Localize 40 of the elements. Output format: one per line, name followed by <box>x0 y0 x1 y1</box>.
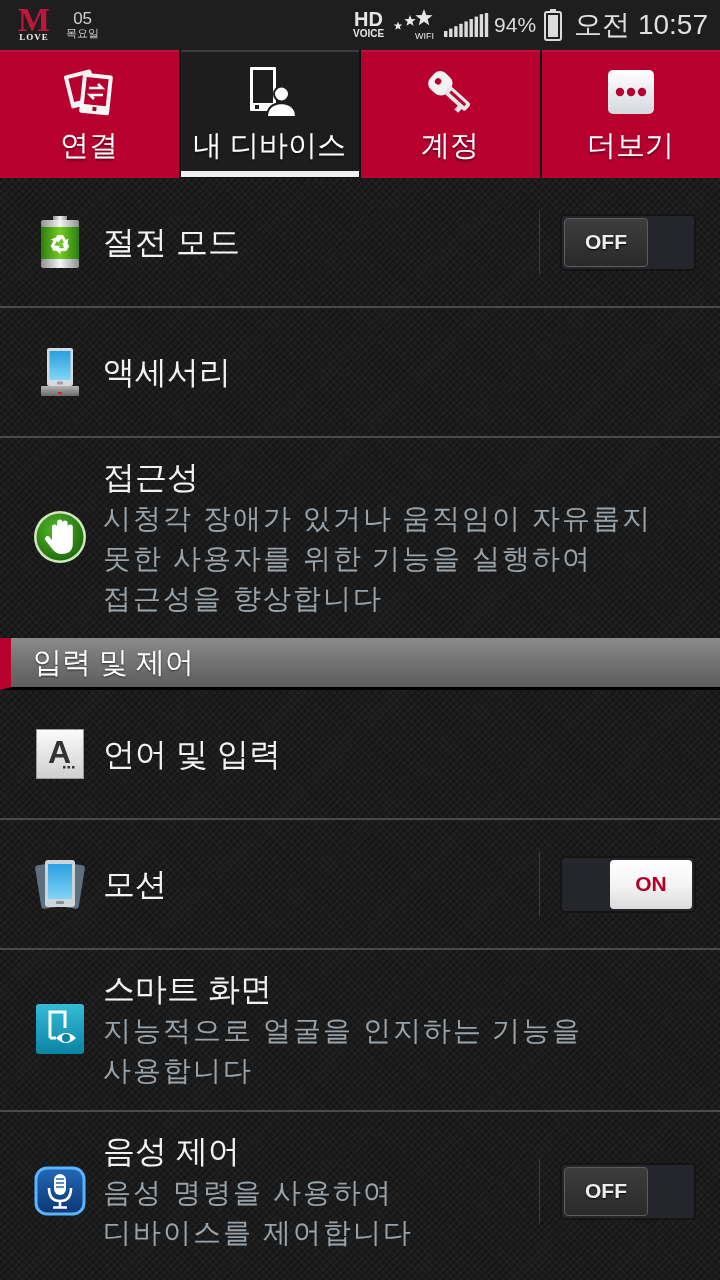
battery-icon <box>544 9 563 41</box>
setting-title[interactable]: 액세서리 <box>103 350 680 394</box>
setting-title[interactable]: 언어 및 입력 <box>103 732 680 776</box>
voice-label: VOICE <box>353 28 385 39</box>
logo-caption: LOVE <box>19 32 49 42</box>
switch-thumb[interactable]: OFF <box>564 1166 648 1216</box>
tab[interactable]: 연결 <box>0 50 179 178</box>
signal-icon <box>444 13 491 37</box>
toggle-switch[interactable]: OFF <box>560 213 696 271</box>
date-weekday: 목요일 <box>66 27 100 40</box>
clock: 오전 10:57 <box>574 8 708 42</box>
logo-letter: M <box>18 8 51 32</box>
section-header: 입력 및 제어 <box>0 638 720 690</box>
setting-title[interactable]: 음성 제어 <box>103 1129 509 1173</box>
phone-eye-icon <box>35 1004 84 1054</box>
wifi-label: WIFI <box>415 31 435 41</box>
battery-recycle-icon <box>39 216 80 268</box>
setting-title[interactable]: 접근성 <box>103 455 680 499</box>
swap-cards-icon <box>63 66 116 118</box>
hd-label: HD <box>354 11 383 28</box>
phone-dock-icon <box>40 348 79 396</box>
tab[interactable]: 더보기 <box>541 50 720 178</box>
hand-icon <box>32 510 87 564</box>
tab[interactable]: 계정 <box>361 50 540 178</box>
switch-thumb[interactable]: OFF <box>564 217 648 267</box>
setting-description: 지능적으로 얼굴을 인지하는 기능을 사용합니다 <box>103 1014 584 1088</box>
switch-thumb[interactable]: ON <box>610 859 692 909</box>
setting-title[interactable]: 스마트 화면 <box>103 967 680 1011</box>
toggle-switch[interactable]: ON <box>560 855 696 913</box>
setting-title[interactable]: 모션 <box>103 862 509 906</box>
toggle-switch[interactable]: OFF <box>560 1162 696 1220</box>
setting-title[interactable]: 절전 모드 <box>103 220 509 264</box>
date-day: 05 <box>73 10 93 27</box>
phones-stack-icon <box>33 857 86 911</box>
battery-percent: 94% <box>494 13 537 37</box>
setting-description: 음성 명령을 사용하여 디바이스를 제어합니다 <box>103 1176 414 1250</box>
setting-description: 시청각 장애가 있거나 움직임이 자유롭지 못한 사용자를 위한 기능을 실행하여 접근성을 향상합니다 <box>103 502 654 616</box>
letter-tile-icon: A <box>35 729 84 779</box>
tab[interactable]: 내 디바이스 <box>180 50 359 178</box>
microphone-icon <box>33 1166 86 1216</box>
